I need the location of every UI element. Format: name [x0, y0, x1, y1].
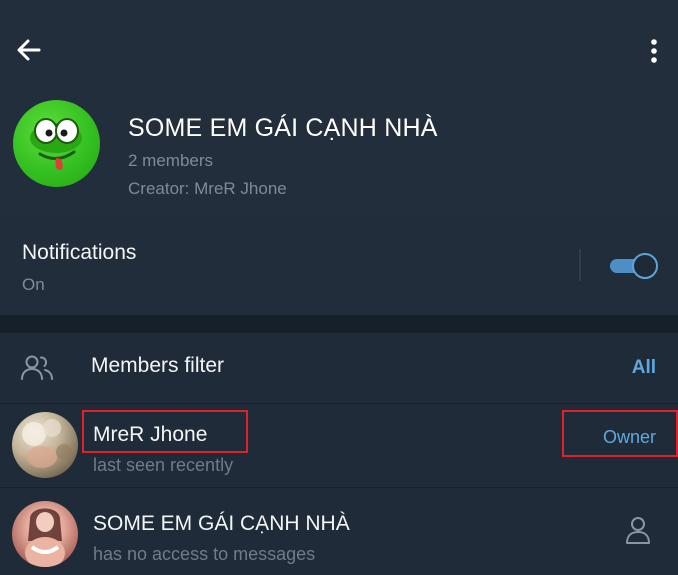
avatar[interactable] [12, 501, 78, 567]
more-options-button[interactable] [636, 33, 672, 69]
members-filter-value[interactable]: All [632, 357, 656, 379]
member-row[interactable]: MreR Jhone last seen recently Owner [0, 404, 678, 486]
members-count: 2 members [128, 151, 214, 170]
member-row[interactable]: SOME EM GÁI CẠNH NHÀ has no access to me… [0, 493, 678, 575]
members-filter-label: Members filter [91, 354, 225, 377]
member-status: has no access to messages [93, 544, 316, 564]
arrow-left-icon [17, 39, 41, 61]
avatar[interactable] [12, 412, 78, 478]
members-section: Members filter All MreR Jhone last seen … [0, 333, 678, 575]
back-button[interactable] [12, 33, 46, 67]
group-title: SOME EM GÁI CẠNH NHÀ [128, 114, 438, 142]
notifications-toggle[interactable] [610, 253, 658, 279]
toggle-knob [632, 253, 658, 279]
section-gap [0, 315, 678, 333]
people-icon [21, 355, 53, 380]
group-avatar[interactable] [13, 100, 100, 187]
notifications-label: Notifications [22, 241, 137, 264]
more-vertical-icon [651, 39, 657, 63]
avatar-photo [25, 508, 65, 567]
member-name: SOME EM GÁI CẠNH NHÀ [93, 512, 350, 535]
member-status: last seen recently [93, 455, 234, 475]
frog-face-icon [30, 118, 82, 170]
divider [0, 487, 678, 488]
notifications-status: On [22, 275, 45, 294]
members-filter-row[interactable]: Members filter All [0, 333, 678, 403]
member-name: MreR Jhone [93, 423, 208, 446]
person-icon[interactable] [624, 515, 652, 545]
profile-header: SOME EM GÁI CẠNH NHÀ 2 members Creator: … [0, 0, 678, 215]
notifications-row[interactable]: Notifications On [0, 215, 678, 315]
divider [579, 249, 581, 281]
member-role-badge: Owner [603, 427, 657, 447]
creator-label: Creator: MreR Jhone [128, 179, 287, 198]
avatar-photo [22, 419, 72, 468]
